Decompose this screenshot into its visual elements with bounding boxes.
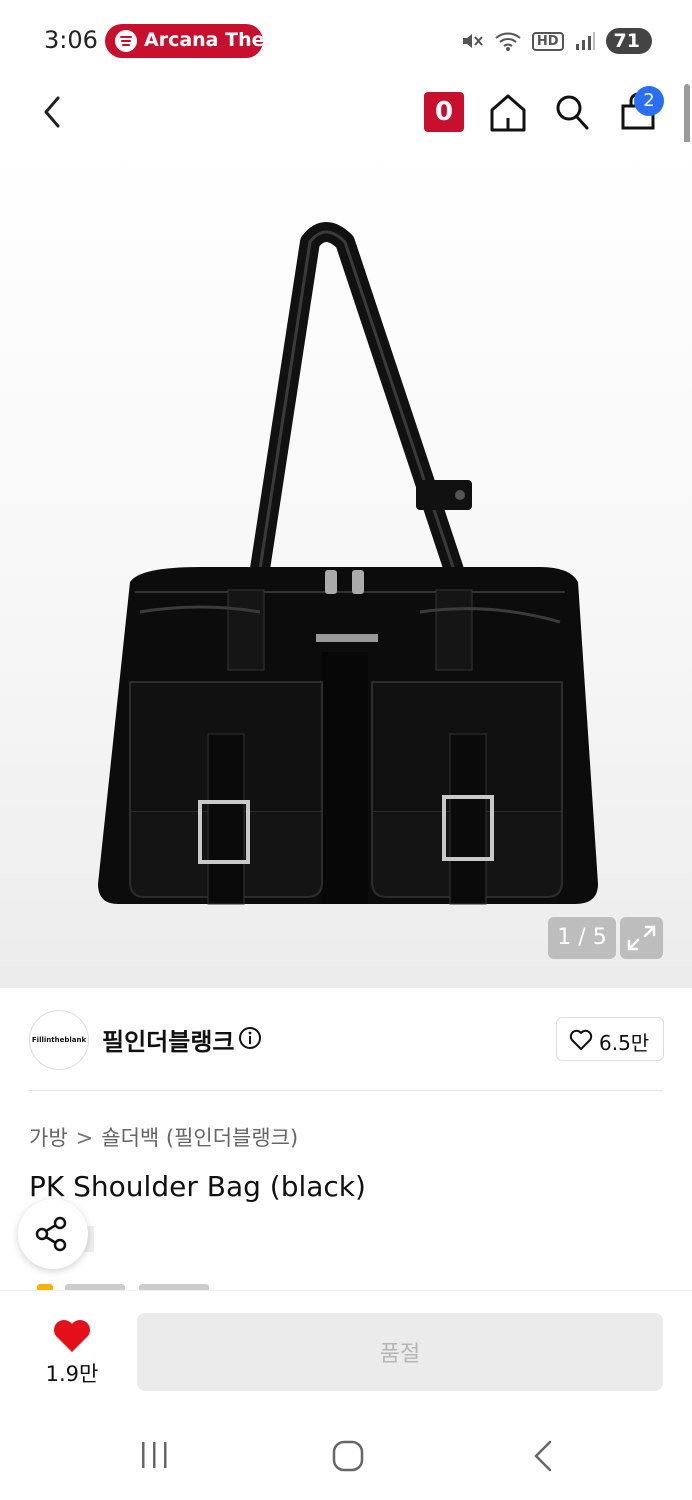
home-button-icon[interactable]: [330, 1438, 366, 1474]
heart-outline-icon: [569, 1029, 593, 1050]
expand-button[interactable]: [620, 917, 663, 959]
status-bar: 3:06 Arcana The HD 71: [0, 0, 692, 82]
wish-count: 1.9만: [45, 1362, 99, 1386]
battery-indicator: 71: [605, 28, 652, 54]
status-time: 3:06: [44, 26, 98, 54]
share-icon: [35, 1216, 67, 1252]
breadcrumb-category[interactable]: 가방: [29, 1126, 68, 1150]
heart-filled-icon[interactable]: [52, 1318, 92, 1354]
gallery-counter: 1 / 5: [548, 917, 616, 959]
recents-icon[interactable]: [136, 1440, 172, 1470]
system-back-icon[interactable]: [528, 1438, 558, 1474]
cart-count-badge: 2: [634, 86, 664, 116]
share-button[interactable]: [18, 1199, 88, 1269]
spotify-icon: [115, 30, 137, 52]
system-icons: HD 71: [460, 24, 652, 58]
signal-icon: [575, 32, 595, 50]
brand-logo[interactable]: Fillintheblank: [29, 1010, 89, 1070]
breadcrumb-separator: >: [75, 1126, 94, 1150]
info-icon[interactable]: [238, 1026, 262, 1050]
soldout-button[interactable]: 품절: [137, 1313, 663, 1391]
divider: [29, 1090, 663, 1091]
breadcrumb: 가방 > 숄더백 (필인더블랭크): [29, 1122, 298, 1152]
brand-like-button[interactable]: 6.5만: [556, 1017, 664, 1061]
home-icon[interactable]: [488, 90, 528, 134]
bag-illustration: [98, 222, 598, 905]
hd-icon: HD: [531, 31, 564, 51]
mute-icon: [462, 34, 483, 48]
back-icon[interactable]: [34, 92, 74, 132]
brand-like-count: 6.5만: [599, 1031, 650, 1055]
top-nav: 0: [0, 82, 692, 142]
expand-icon: [627, 925, 656, 951]
now-playing-title: Arcana The: [144, 29, 263, 51]
now-playing-pill[interactable]: Arcana The: [105, 24, 263, 58]
zero-badge-button[interactable]: 0: [424, 92, 464, 132]
wifi-icon: [495, 32, 521, 51]
search-icon[interactable]: [552, 90, 592, 134]
brand-name[interactable]: 필인더블랭크: [102, 1022, 234, 1057]
breadcrumb-subcategory[interactable]: 숄더백 (필인더블랭크): [101, 1126, 298, 1150]
product-image[interactable]: [0, 142, 692, 988]
